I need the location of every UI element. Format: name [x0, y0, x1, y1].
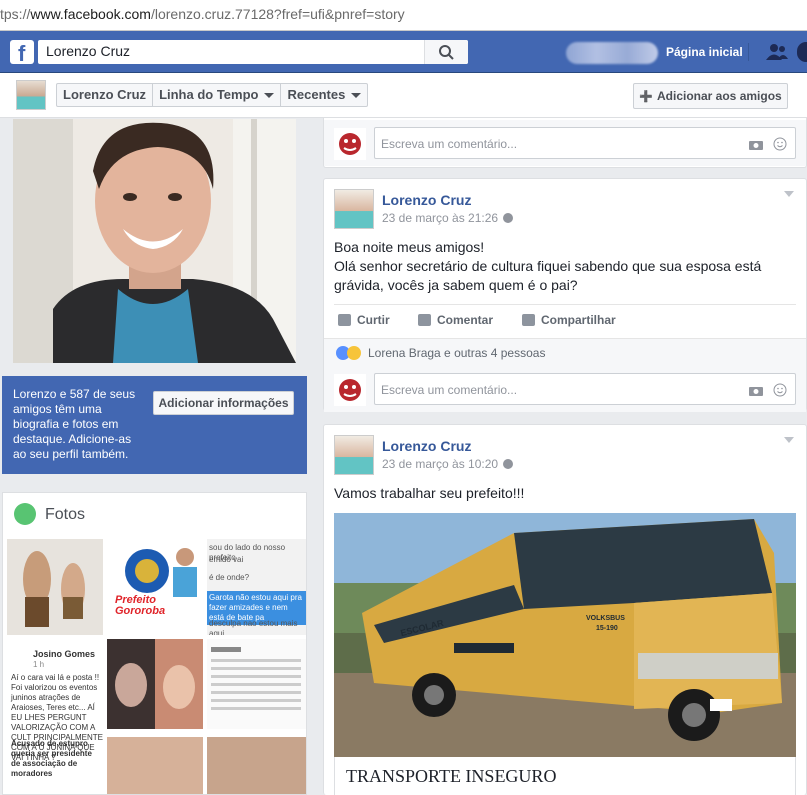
- friends-icon[interactable]: [766, 43, 788, 61]
- photo-image: [125, 548, 197, 597]
- add-info-button[interactable]: Adicionar informações: [153, 391, 294, 415]
- user-name-blurred[interactable]: [566, 42, 658, 64]
- recent-tab[interactable]: Recentes: [281, 84, 367, 106]
- tile-text: emido vai: [209, 555, 244, 564]
- post-text: Vamos trabalhar seu prefeito!!!: [334, 485, 525, 501]
- comment-input[interactable]: Escreva um comentário...: [374, 373, 796, 405]
- commenter-avatar: [334, 128, 366, 160]
- profile-photo[interactable]: [13, 119, 296, 363]
- search-input[interactable]: Lorenzo Cruz: [46, 43, 130, 59]
- profile-name-link[interactable]: Lorenzo Cruz: [57, 84, 154, 106]
- post-card: Lorenzo Cruz 23 de março às 10:20 Vamos …: [323, 424, 807, 795]
- photo-tile[interactable]: [207, 737, 306, 794]
- haha-reaction-icon: [347, 346, 361, 360]
- comment-row: Escreva um comentário...: [324, 120, 806, 166]
- photo-image: [211, 647, 301, 710]
- link-preview[interactable]: TRANSPORTE INSEGURO: [334, 757, 796, 795]
- photo-tile[interactable]: [207, 639, 306, 729]
- previous-post-card: Escreva um comentário...: [323, 118, 807, 168]
- camera-icon[interactable]: [749, 385, 763, 396]
- bus-label-volksbus: VOLKSBUS: [586, 615, 625, 622]
- bus-label-model: 15-190: [596, 625, 618, 632]
- profile-photo-image: [13, 119, 296, 363]
- search-icon: [439, 45, 454, 60]
- photos-card: Fotos Prefeito Gororoba sou do lado do n…: [2, 492, 307, 795]
- intro-promo: Lorenzo e 587 de seus amigos têm uma bio…: [2, 376, 307, 474]
- post-text: Boa noite meus amigos! Olá senhor secret…: [334, 239, 762, 293]
- post-actions: Curtir Comentar Compartilhar: [334, 304, 796, 336]
- search-button[interactable]: [424, 40, 468, 64]
- globe-icon: [503, 459, 514, 469]
- comment-button[interactable]: Comentar: [418, 313, 493, 327]
- timeline-tab[interactable]: Linha do Tempo: [153, 84, 282, 106]
- url-text[interactable]: tps://www.facebook.com/lorenzo.cruz.7712…: [0, 6, 405, 22]
- like-icon: [338, 314, 351, 326]
- prefeito-label: Prefeito Gororoba: [115, 594, 166, 617]
- photo-image: [7, 539, 103, 635]
- tile-text: é de onde?: [209, 573, 250, 582]
- post-timestamp[interactable]: 23 de março às 21:26: [382, 211, 514, 225]
- photo-tile[interactable]: sou do lado do nosso prefeito emido vai …: [207, 539, 306, 635]
- add-friend-icon: ➕: [639, 91, 653, 103]
- post-card: Lorenzo Cruz 23 de março às 21:26 Boa no…: [323, 178, 807, 412]
- photo-tile[interactable]: [107, 737, 203, 794]
- search-box[interactable]: Lorenzo Cruz: [38, 40, 468, 64]
- camera-icon[interactable]: [749, 139, 763, 150]
- photos-title[interactable]: Fotos: [45, 506, 85, 524]
- facebook-logo-icon[interactable]: f: [10, 40, 34, 66]
- facebook-top-bar: f Lorenzo Cruz Página inicial: [0, 31, 807, 73]
- add-friend-button[interactable]: ➕ Adicionar aos amigos: [633, 83, 788, 109]
- reactions-bar: Lorena Braga e outras 4 pessoas: [324, 338, 806, 366]
- post-options-icon[interactable]: [784, 437, 794, 443]
- nav-divider: [748, 43, 749, 61]
- emoji-icon[interactable]: [773, 137, 787, 151]
- reactions-text[interactable]: Lorena Braga e outras 4 pessoas: [368, 346, 545, 360]
- post-timestamp[interactable]: 23 de março às 10:20: [382, 457, 514, 471]
- comment-input[interactable]: Escreva um comentário...: [374, 127, 796, 159]
- photo-tile[interactable]: Prefeito Gororoba: [107, 539, 203, 635]
- profile-thumbnail[interactable]: [16, 80, 46, 110]
- tile-text: Acusado de estupro queria ser presidente…: [11, 739, 92, 778]
- photos-icon: [14, 503, 36, 525]
- link-title[interactable]: TRANSPORTE INSEGURO: [346, 766, 556, 787]
- profile-breadcrumb: Lorenzo Cruz Linha do Tempo Recentes: [56, 83, 369, 107]
- tile-text: 1 h: [33, 660, 45, 669]
- post-image[interactable]: ESCOLAR VOLKSBUS 15-190: [334, 513, 796, 757]
- commenter-avatar: [334, 374, 366, 406]
- intro-text: Lorenzo e 587 de seus amigos têm uma bio…: [13, 387, 136, 461]
- comment-row: Escreva um comentário...: [324, 366, 806, 412]
- chevron-down-icon: [351, 93, 362, 99]
- emoji-icon[interactable]: [773, 383, 787, 397]
- chevron-down-icon: [264, 93, 275, 99]
- photo-image: [107, 639, 203, 729]
- profile-nav-bar: Lorenzo Cruz Linha do Tempo Recentes ➕ Ad…: [0, 73, 807, 118]
- tile-text: Josino Gomes: [33, 649, 96, 659]
- post-author-avatar[interactable]: [334, 435, 374, 475]
- post-author-avatar[interactable]: [334, 189, 374, 229]
- post-author-name[interactable]: Lorenzo Cruz: [382, 438, 471, 454]
- photo-tile[interactable]: [7, 539, 103, 635]
- like-button[interactable]: Curtir: [338, 313, 390, 327]
- post-author-name[interactable]: Lorenzo Cruz: [382, 192, 471, 208]
- tile-text: desculpa nao estou mais aqui: [209, 619, 298, 635]
- browser-address-bar[interactable]: tps://www.facebook.com/lorenzo.cruz.7712…: [0, 0, 807, 31]
- home-link[interactable]: Página inicial: [666, 45, 743, 59]
- share-icon: [522, 314, 535, 326]
- messages-icon[interactable]: [797, 42, 807, 62]
- post-options-icon[interactable]: [784, 191, 794, 197]
- photo-tile[interactable]: [107, 639, 203, 729]
- globe-icon: [503, 213, 514, 223]
- comment-icon: [418, 314, 431, 326]
- photo-tile[interactable]: Josino Gomes 1 h Aí o cara vai lá e post…: [7, 639, 103, 789]
- share-button[interactable]: Compartilhar: [522, 313, 616, 327]
